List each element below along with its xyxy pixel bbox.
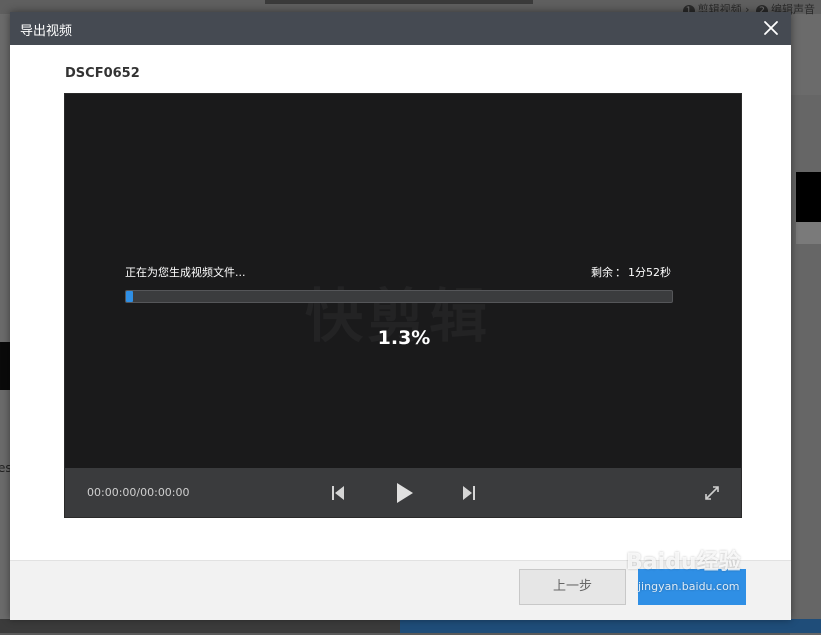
skip-back-icon	[332, 485, 344, 500]
skip-forward-icon	[463, 485, 475, 500]
background-left-block	[0, 342, 10, 390]
remaining-time: 剩余： 1分52秒	[591, 264, 671, 280]
remaining-value: 1分52秒	[628, 266, 671, 279]
background-tab	[265, 0, 533, 4]
baidu-watermark-url: jingyan.baidu.com	[638, 580, 740, 593]
background-preview-thumb	[796, 172, 821, 222]
export-video-dialog: 导出视频 DSCF0652 快剪辑 正在为您生成视频文件... 剩余： 1分52秒…	[10, 12, 791, 620]
remaining-label: 剩余	[591, 266, 613, 279]
export-status-text: 正在为您生成视频文件...	[125, 266, 246, 279]
baidu-watermark: Baidu经验 jingyan.baidu.com	[624, 542, 794, 607]
player-controls: 00:00:00/00:00:00	[65, 468, 741, 517]
export-progress-fill	[126, 291, 134, 302]
play-button[interactable]	[390, 468, 420, 517]
fullscreen-icon	[705, 485, 719, 500]
video-player: 快剪辑 正在为您生成视频文件... 剩余： 1分52秒 1.3% 00:00:00…	[64, 93, 742, 518]
dialog-title: 导出视频	[20, 24, 73, 39]
close-button[interactable]	[761, 18, 781, 38]
baidu-watermark-brand: Baidu经验	[626, 550, 741, 575]
background-bottom-blue	[400, 619, 821, 633]
previous-button[interactable]	[327, 468, 349, 517]
export-progress-bar	[125, 290, 673, 303]
time-display: 00:00:00/00:00:00	[87, 486, 190, 499]
dialog-header: 导出视频	[10, 12, 791, 45]
background-panel-block	[796, 222, 821, 244]
previous-step-button[interactable]: 上一步	[519, 569, 626, 605]
next-button[interactable]	[458, 468, 480, 517]
export-progress-percent: 1.3%	[377, 327, 431, 349]
close-icon	[764, 21, 778, 35]
fullscreen-button[interactable]	[700, 468, 724, 517]
remaining-separator: ：	[615, 266, 626, 279]
play-icon	[397, 482, 413, 503]
file-name: DSCF0652	[65, 66, 140, 81]
